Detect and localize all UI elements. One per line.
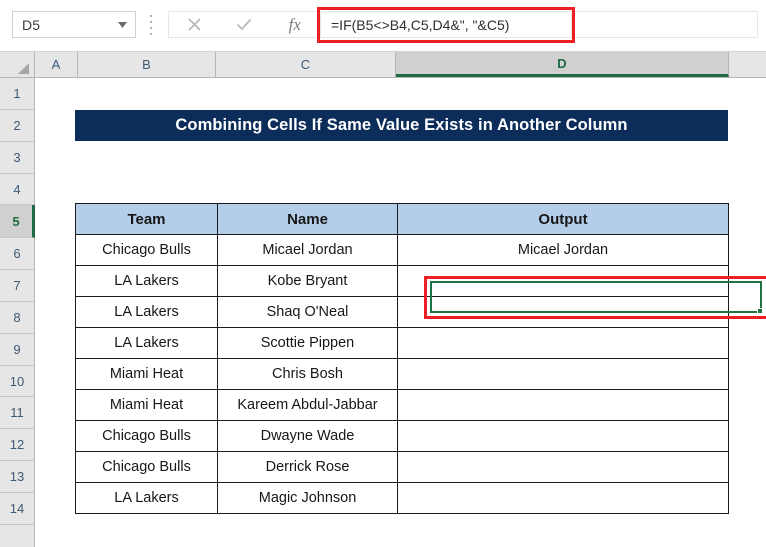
name-box-value: D5	[22, 16, 41, 33]
cell-team[interactable]: LA Lakers	[75, 265, 218, 297]
column-header-team[interactable]: Team	[75, 203, 218, 235]
row-header-10[interactable]: 10	[0, 366, 34, 397]
cell-team[interactable]: LA Lakers	[75, 327, 218, 359]
row-header-6[interactable]: 6	[0, 238, 34, 270]
cell-output[interactable]	[397, 358, 729, 390]
confirm-check-icon[interactable]	[227, 12, 261, 37]
column-header-e[interactable]	[729, 52, 766, 77]
cell-name[interactable]: Kobe Bryant	[217, 265, 398, 297]
cell-team[interactable]: Chicago Bulls	[75, 420, 218, 452]
row-header-3[interactable]: 3	[0, 142, 34, 174]
cell-team[interactable]: Miami Heat	[75, 358, 218, 390]
cell-name[interactable]: Kareem Abdul-Jabbar	[217, 389, 398, 421]
table-row: LA Lakers Kobe Bryant	[75, 265, 729, 297]
row-header-13[interactable]: 13	[0, 461, 34, 493]
fx-glyph: fx	[288, 14, 301, 34]
table-body: Chicago Bulls Micael Jordan Micael Jordan L…	[75, 234, 729, 514]
name-box[interactable]: D5	[12, 11, 136, 38]
dot	[150, 15, 152, 17]
cell-output[interactable]	[397, 265, 729, 297]
row-header-5[interactable]: 5	[0, 205, 35, 238]
table-row: Chicago Bulls Dwayne Wade	[75, 420, 729, 452]
cell-output[interactable]	[397, 482, 729, 514]
cancel-x-icon[interactable]	[177, 12, 211, 37]
formula-bar-strip: D5 fx =IF(B5<>B4,C5,D4&", "&C5)	[0, 0, 766, 52]
row-header-9[interactable]: 9	[0, 334, 34, 366]
row-header-11[interactable]: 11	[0, 397, 34, 429]
sheet-title-banner: Combining Cells If Same Value Exists in …	[75, 110, 728, 141]
dot	[150, 33, 152, 35]
cell-output[interactable]	[397, 389, 729, 421]
chevron-down-icon[interactable]	[113, 21, 135, 28]
table-header-row: Team Name Output	[75, 203, 729, 235]
formula-bar-remainder[interactable]	[572, 11, 758, 38]
cell-output[interactable]	[397, 296, 729, 328]
column-header-d[interactable]: D	[396, 52, 729, 77]
fill-handle-icon[interactable]	[757, 308, 763, 314]
cell-team[interactable]: Chicago Bulls	[75, 451, 218, 483]
column-header-a[interactable]: A	[35, 52, 78, 77]
table-row: LA Lakers Scottie Pippen	[75, 327, 729, 359]
corner-triangle	[18, 63, 29, 74]
cell-name[interactable]: Micael Jordan	[217, 234, 398, 266]
table-row: Miami Heat Kareem Abdul-Jabbar	[75, 389, 729, 421]
select-all-corner-icon[interactable]	[0, 52, 35, 77]
data-table: Team Name Output Chicago Bulls Micael Jor…	[75, 203, 729, 514]
cell-team[interactable]: LA Lakers	[75, 296, 218, 328]
cell-name[interactable]: Dwayne Wade	[217, 420, 398, 452]
formula-bar-buttons: fx	[168, 11, 320, 38]
column-header-name[interactable]: Name	[217, 203, 398, 235]
row-header-2[interactable]: 2	[0, 110, 34, 142]
dot	[150, 27, 152, 29]
cell-name[interactable]: Derrick Rose	[217, 451, 398, 483]
sheet-title-text: Combining Cells If Same Value Exists in …	[175, 116, 628, 134]
table-row: LA Lakers Shaq O'Neal	[75, 296, 729, 328]
cell-name[interactable]: Magic Johnson	[217, 482, 398, 514]
cell-output[interactable]	[397, 451, 729, 483]
column-header-b[interactable]: B	[78, 52, 216, 77]
row-header-12[interactable]: 12	[0, 429, 34, 461]
cell-name[interactable]: Shaq O'Neal	[217, 296, 398, 328]
cell-output[interactable]: Micael Jordan	[397, 234, 729, 266]
cell-name[interactable]: Scottie Pippen	[217, 327, 398, 359]
row-header-8[interactable]: 8	[0, 302, 34, 334]
cell-output[interactable]	[397, 420, 729, 452]
dot	[150, 21, 152, 23]
column-header-bar: A B C D	[0, 52, 766, 78]
fx-icon[interactable]: fx	[278, 12, 312, 37]
column-header-output[interactable]: Output	[397, 203, 729, 235]
cell-team[interactable]: Chicago Bulls	[75, 234, 218, 266]
row-header-14[interactable]: 14	[0, 493, 34, 525]
formula-annotation-box	[317, 7, 575, 43]
formula-bar-drag-handle[interactable]	[148, 15, 154, 35]
table-row: Chicago Bulls Micael Jordan Micael Jordan	[75, 234, 729, 266]
table-row: Chicago Bulls Derrick Rose	[75, 451, 729, 483]
cell-team[interactable]: LA Lakers	[75, 482, 218, 514]
table-row: Miami Heat Chris Bosh	[75, 358, 729, 390]
cell-output[interactable]	[397, 327, 729, 359]
cell-team[interactable]: Miami Heat	[75, 389, 218, 421]
row-header-15[interactable]	[0, 525, 34, 547]
row-header-4[interactable]: 4	[0, 174, 34, 205]
row-header-bar: 1 2 3 4 5 6 7 8 9 10 11 12 13 14	[0, 78, 35, 547]
worksheet-canvas[interactable]: Combining Cells If Same Value Exists in …	[36, 78, 766, 547]
table-row: LA Lakers Magic Johnson	[75, 482, 729, 514]
row-header-1[interactable]: 1	[0, 78, 34, 110]
column-header-c[interactable]: C	[216, 52, 396, 77]
row-header-7[interactable]: 7	[0, 270, 34, 302]
cell-name[interactable]: Chris Bosh	[217, 358, 398, 390]
